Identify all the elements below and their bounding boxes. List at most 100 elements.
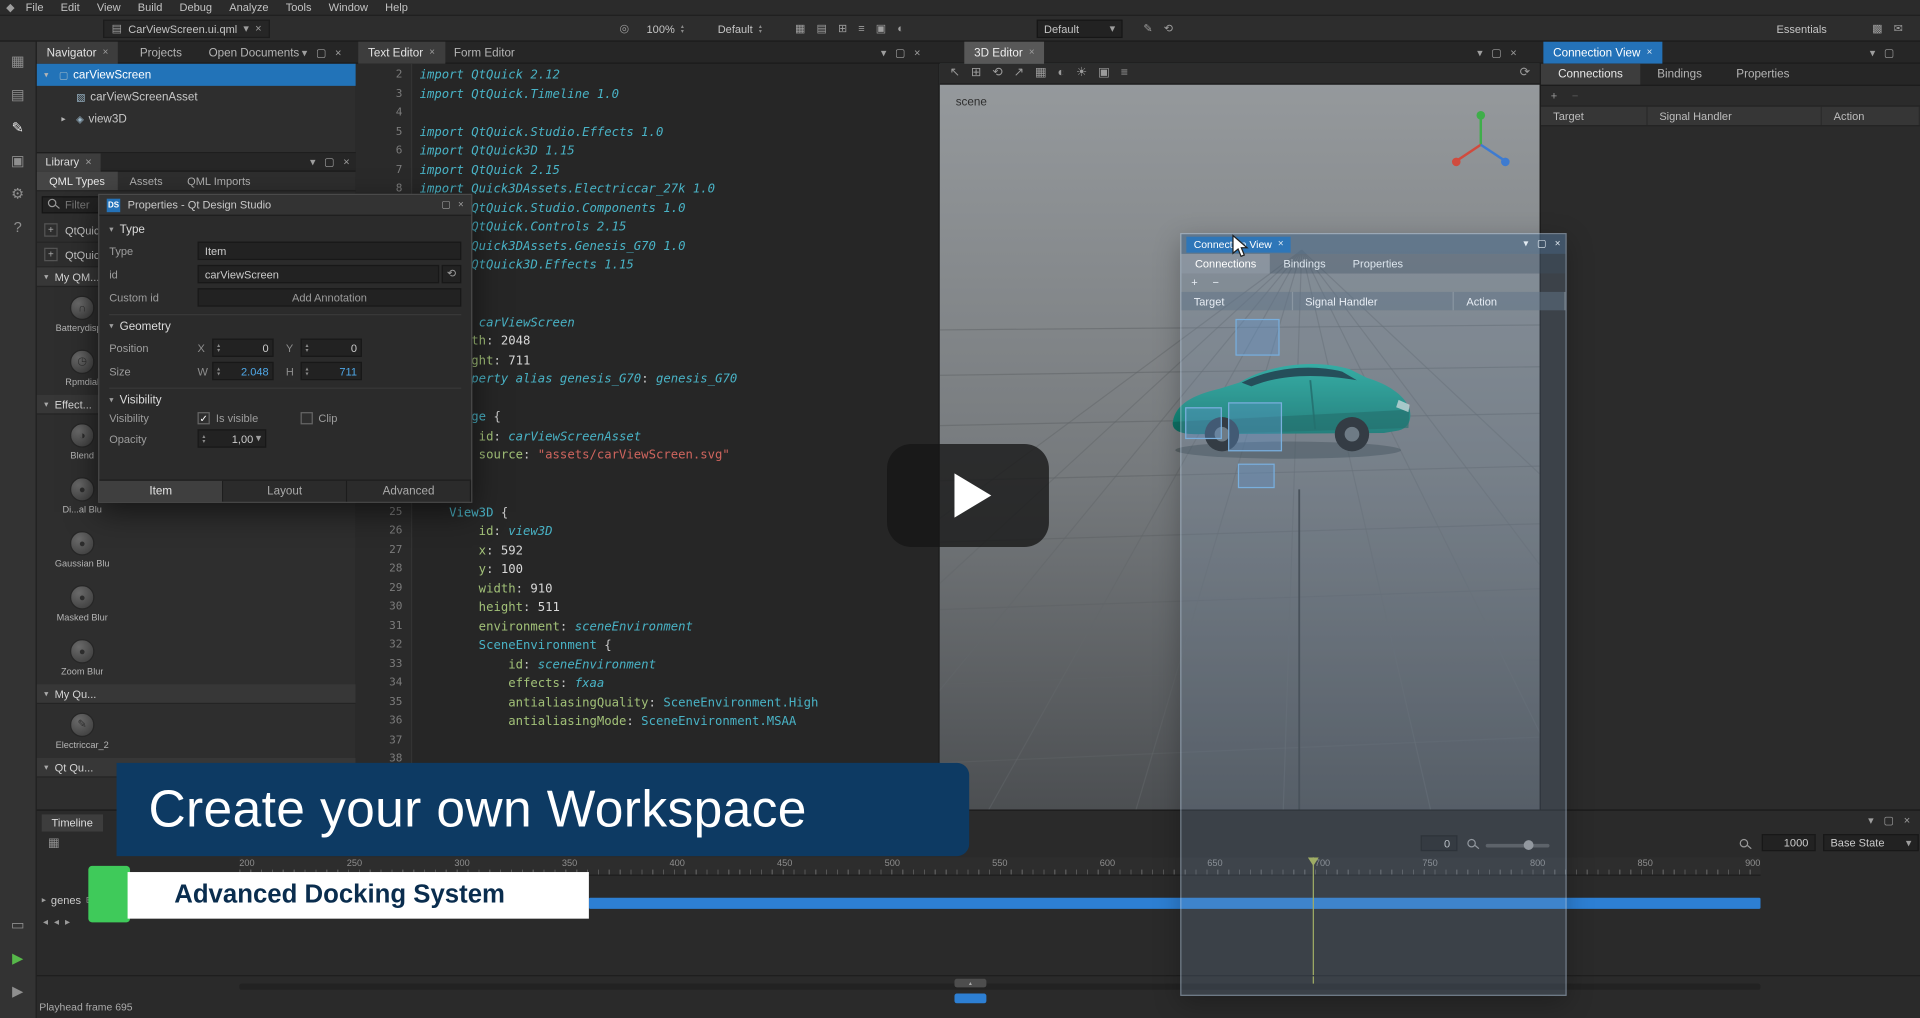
- tab-timeline[interactable]: Timeline: [42, 814, 103, 831]
- width-spinbox[interactable]: ▴▾ 2.048: [212, 362, 273, 380]
- preview-icon[interactable]: ▭: [11, 917, 25, 932]
- edit-mode-icon[interactable]: ▤: [11, 87, 25, 102]
- library-tab-assets[interactable]: Assets: [117, 172, 175, 190]
- style-control[interactable]: Default ▴▾: [718, 20, 762, 38]
- tab-library[interactable]: Library ×: [37, 153, 101, 171]
- floating-connection-view-panel[interactable]: Connection View × ▾ ▢ × ConnectionsBindi…: [1180, 233, 1566, 996]
- chevron-down-icon[interactable]: ▾: [1868, 816, 1874, 827]
- chevron-down-icon[interactable]: ▾: [109, 396, 113, 405]
- id-input[interactable]: carViewScreen: [198, 265, 440, 283]
- chevron-down-icon[interactable]: ▾: [1477, 47, 1483, 58]
- step-down-icon[interactable]: ▾: [305, 348, 308, 353]
- run-target-icon[interactable]: ◎: [620, 20, 630, 38]
- properties-tab-layout[interactable]: Layout: [223, 481, 347, 502]
- properties-tab-advanced[interactable]: Advanced: [347, 481, 471, 502]
- welcome-mode-icon[interactable]: ▦: [11, 54, 25, 69]
- theme-select[interactable]: Default ▾: [1037, 20, 1123, 38]
- export-alias-button[interactable]: ⟲: [442, 265, 462, 283]
- close-icon[interactable]: ×: [914, 47, 920, 58]
- plus-icon[interactable]: +: [44, 223, 57, 236]
- properties-tab-item[interactable]: Item: [99, 481, 223, 502]
- step-down-icon[interactable]: ▾: [202, 438, 205, 443]
- opacity-spinbox[interactable]: ▴▾ 1,00 ▾: [198, 429, 267, 447]
- tab-form-editor[interactable]: Form Editor: [444, 42, 525, 64]
- chevron-down-icon[interactable]: ▾: [256, 433, 262, 444]
- chevron-down-icon[interactable]: ▾: [310, 156, 316, 167]
- chevron-down-icon[interactable]: ▾: [243, 23, 249, 34]
- undock-icon[interactable]: ▢: [1884, 47, 1894, 58]
- zoom-control[interactable]: 100% ▴▾: [647, 20, 684, 38]
- y-spinbox[interactable]: ▴▾ 0: [301, 339, 362, 357]
- properties-dialog[interactable]: DS Properties - Qt Design Studio ▢ × ▾ T…: [98, 194, 472, 503]
- tab-open-documents[interactable]: Open Documents: [199, 42, 309, 64]
- library-tab-qml-types[interactable]: QML Types: [37, 172, 117, 190]
- menu-file[interactable]: File: [17, 1, 52, 13]
- expander-icon[interactable]: ▾: [44, 70, 54, 80]
- viewport-options-icon[interactable]: ≡: [1121, 67, 1128, 79]
- clip-checkbox[interactable]: [300, 412, 312, 424]
- library-item-electriccar2[interactable]: ✎Electriccar_2: [37, 704, 128, 758]
- connection-tab-bindings[interactable]: Bindings: [1640, 64, 1719, 85]
- step-down-icon[interactable]: ▾: [759, 29, 762, 34]
- state-select[interactable]: Base State ▾: [1823, 834, 1919, 851]
- timeline-settings-icon[interactable]: ▦: [48, 838, 60, 850]
- prev-frame-icon[interactable]: ◂: [54, 916, 59, 927]
- connection-tab-bindings[interactable]: Bindings: [1270, 254, 1339, 274]
- annotation-icon[interactable]: ✎: [1143, 23, 1152, 34]
- is-visible-checkbox[interactable]: ✓: [198, 412, 210, 424]
- orientation-gizmo[interactable]: [1446, 108, 1515, 180]
- section-visibility[interactable]: ▾ Visibility: [109, 388, 461, 408]
- section-geometry[interactable]: ▾ Geometry: [109, 314, 461, 334]
- menu-build[interactable]: Build: [129, 1, 171, 13]
- connection-tab-properties[interactable]: Properties: [1719, 64, 1806, 85]
- chevron-down-icon[interactable]: ▾: [109, 226, 113, 235]
- menu-help[interactable]: Help: [377, 1, 417, 13]
- close-icon[interactable]: ×: [255, 23, 261, 34]
- navigator-item-view3D[interactable]: ▸◈view3D: [37, 108, 356, 130]
- collapse-handle[interactable]: ▴: [954, 979, 986, 988]
- expander-icon[interactable]: ▸: [42, 896, 46, 905]
- close-icon[interactable]: ×: [335, 47, 341, 58]
- tab-navigator[interactable]: Navigator ×: [37, 42, 118, 64]
- type-field[interactable]: Item: [198, 242, 462, 260]
- menu-window[interactable]: Window: [320, 1, 376, 13]
- spin-arrows[interactable]: ▴▾: [305, 343, 308, 353]
- tab-connection-view[interactable]: Connection View ×: [1543, 42, 1662, 64]
- contrast-icon[interactable]: ◐: [897, 23, 904, 34]
- open-document-chip[interactable]: ▤ CarViewScreen.ui.qml ▾ ×: [103, 20, 270, 38]
- reset-view-icon[interactable]: ⟳: [1520, 67, 1530, 79]
- spin-arrows[interactable]: ▴▾: [305, 366, 308, 376]
- menu-debug[interactable]: Debug: [171, 1, 221, 13]
- zoom-in-icon[interactable]: [1740, 839, 1752, 851]
- components-icon[interactable]: ▣: [11, 153, 25, 168]
- library-item-maskedblur[interactable]: ●Masked Blur: [37, 576, 128, 630]
- end-frame-input[interactable]: 1000: [1762, 834, 1816, 851]
- close-icon[interactable]: ×: [1029, 48, 1035, 58]
- library-tab-qml-imports[interactable]: QML Imports: [175, 172, 263, 190]
- remove-connection-icon[interactable]: −: [1572, 90, 1578, 101]
- expander-icon[interactable]: ▸: [61, 114, 71, 124]
- add-connection-icon[interactable]: +: [1191, 277, 1197, 288]
- undock-icon[interactable]: ▢: [324, 156, 334, 167]
- dialog-title-bar[interactable]: DS Properties - Qt Design Studio ▢ ×: [99, 195, 471, 216]
- mode-selector[interactable]: Essentials: [1776, 20, 1826, 38]
- step-down-icon[interactable]: ▾: [217, 371, 220, 376]
- help-icon[interactable]: ?: [14, 220, 22, 235]
- design-mode-icon[interactable]: ✎: [12, 120, 24, 135]
- library-section-header[interactable]: ▾My Qu...: [37, 684, 356, 704]
- menu-edit[interactable]: Edit: [52, 1, 88, 13]
- tab-3d-editor[interactable]: 3D Editor ×: [964, 42, 1044, 64]
- menu-view[interactable]: View: [88, 1, 129, 13]
- chevron-down-icon[interactable]: ▾: [302, 47, 308, 58]
- navigator-item-carViewScreen[interactable]: ▾▢carViewScreen: [37, 64, 356, 86]
- undock-icon[interactable]: ▢: [1883, 816, 1893, 827]
- connection-tab-properties[interactable]: Properties: [1339, 254, 1416, 274]
- camera-icon[interactable]: ▣: [1098, 67, 1110, 79]
- run-icon[interactable]: ▶: [12, 951, 23, 966]
- tools-icon[interactable]: ⚙: [11, 186, 24, 201]
- panel-icon[interactable]: ▤: [816, 23, 826, 34]
- rotate-tool-icon[interactable]: ⟲: [992, 67, 1002, 79]
- close-icon[interactable]: ×: [85, 156, 91, 167]
- library-item-zoomblur[interactable]: ●Zoom Blur: [37, 630, 128, 684]
- list-view-icon[interactable]: ≡: [858, 23, 864, 34]
